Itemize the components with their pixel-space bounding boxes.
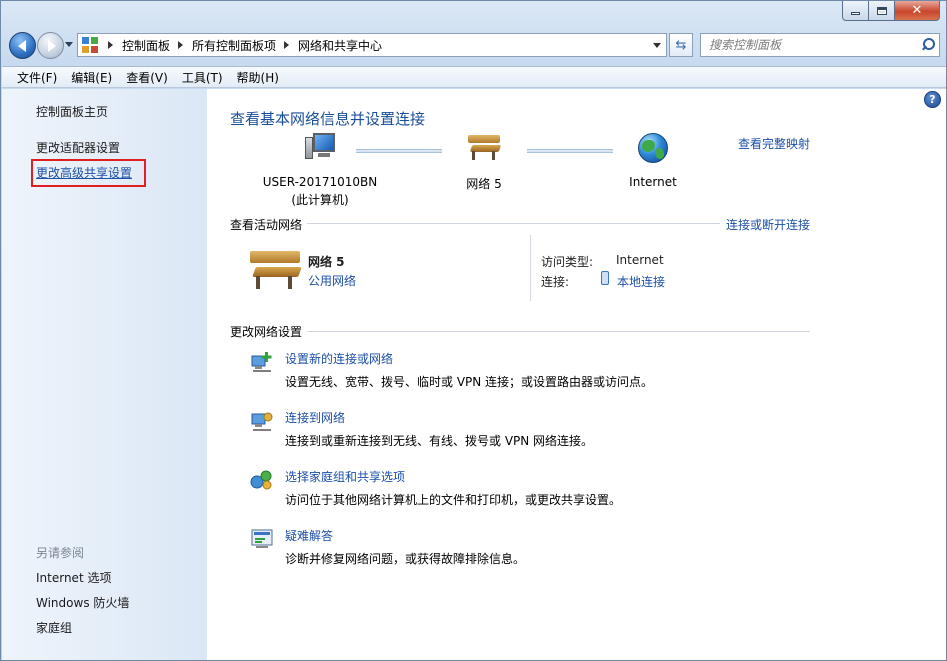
map-connection-line (356, 149, 442, 153)
sidebar-item-internet-options[interactable]: Internet 选项 (36, 569, 111, 586)
map-internet[interactable]: Internet (617, 133, 689, 189)
breadcrumb-separator-icon[interactable] (108, 41, 113, 49)
back-button[interactable] (9, 32, 36, 59)
local-connection-link[interactable]: 本地连接 (617, 273, 665, 290)
task-connect-network-link[interactable]: 连接到网络 (285, 409, 345, 426)
map-internet-label: Internet (629, 175, 677, 189)
connection-label: 连接: (541, 275, 570, 289)
computer-name: USER-20171010BN (262, 175, 378, 189)
task-homegroup-sharing-desc: 访问位于其他网络计算机上的文件和打印机，或更改共享设置。 (285, 493, 622, 507)
menu-view[interactable]: 查看(V) (119, 69, 175, 86)
task-homegroup-sharing: 选择家庭组和共享选项 访问位于其他网络计算机上的文件和打印机，或更改共享设置。 (250, 468, 810, 508)
page-title: 查看基本网络信息并设置连接 (230, 110, 426, 128)
help-icon[interactable]: ? (924, 91, 941, 108)
map-network-name: 网络 5 (466, 177, 502, 191)
homegroup-icon (250, 470, 272, 490)
view-full-map-link[interactable]: 查看完整映射 (738, 135, 810, 152)
computer-sub: (此计算机) (291, 193, 349, 207)
breadcrumb-all-items[interactable]: 所有控制面板项 (192, 37, 276, 54)
minimize-button[interactable] (842, 1, 869, 21)
access-type-value: Internet (616, 253, 664, 267)
menu-file[interactable]: 文件(F) (10, 69, 64, 86)
connect-network-icon (251, 412, 273, 431)
bench-network-icon (250, 251, 302, 291)
sidebar: 控制面板主页 更改适配器设置 更改高级共享设置 另请参阅 Internet 选项… (2, 89, 207, 660)
sidebar-item-adapter-settings[interactable]: 更改适配器设置 (36, 139, 120, 156)
main-panel: ? 查看基本网络信息并设置连接 查看完整映射 USER-20171010BN (… (207, 89, 946, 660)
address-dropdown-icon[interactable] (653, 43, 661, 48)
task-troubleshoot-link[interactable]: 疑难解答 (285, 527, 333, 544)
connect-disconnect-link[interactable]: 连接或断开连接 (726, 216, 810, 233)
refresh-button[interactable]: ⇆ (669, 33, 693, 57)
maximize-icon (876, 6, 887, 15)
task-connect-network: 连接到网络 连接到或重新连接到无线、有线、拨号或 VPN 网络连接。 (250, 409, 810, 449)
active-network-name: 网络 5 (308, 255, 345, 269)
map-network[interactable]: 网络 5 (447, 133, 521, 192)
address-bar[interactable]: 控制面板 所有控制面板项 网络和共享中心 (77, 33, 667, 57)
menu-tools[interactable]: 工具(T) (175, 69, 230, 86)
breadcrumb-separator-icon[interactable] (284, 41, 290, 49)
troubleshoot-icon (251, 529, 273, 548)
globe-icon (638, 133, 668, 163)
see-also-heading: 另请参阅 (36, 546, 85, 560)
task-connect-network-desc: 连接到或重新连接到无线、有线、拨号或 VPN 网络连接。 (285, 434, 594, 448)
forward-button[interactable] (37, 32, 64, 59)
task-homegroup-sharing-link[interactable]: 选择家庭组和共享选项 (285, 468, 405, 485)
minimize-icon (851, 12, 860, 15)
active-networks-heading: 查看活动网络 (230, 218, 303, 232)
section-divider (307, 223, 720, 224)
sidebar-item-homegroup[interactable]: 家庭组 (36, 619, 72, 636)
vertical-divider (530, 235, 531, 301)
change-settings-heading: 更改网络设置 (230, 325, 303, 339)
caption-buttons: ✕ (842, 1, 940, 21)
sidebar-item-windows-firewall[interactable]: Windows 防火墙 (36, 594, 129, 611)
search-input[interactable] (701, 38, 919, 52)
computer-icon (303, 133, 337, 163)
back-arrow-icon (17, 39, 26, 52)
task-new-connection-link[interactable]: 设置新的连接或网络 (285, 350, 393, 367)
content-area: 控制面板主页 更改适配器设置 更改高级共享设置 另请参阅 Internet 选项… (2, 89, 946, 660)
map-connection-line (527, 149, 613, 153)
network-type-link[interactable]: 公用网络 (308, 272, 356, 289)
task-new-connection: 设置新的连接或网络 设置无线、宽带、拨号、临时或 VPN 连接；或设置路由器或访… (250, 350, 810, 390)
recent-pages-dropdown-icon[interactable] (65, 42, 73, 47)
access-type-label: 访问类型: (541, 255, 594, 269)
search-icon[interactable] (919, 35, 939, 55)
forward-arrow-icon (47, 39, 56, 52)
breadcrumb-network-center[interactable]: 网络和共享中心 (298, 37, 382, 54)
map-computer[interactable]: USER-20171010BN (此计算机) (250, 133, 390, 208)
bench-network-icon (468, 133, 502, 161)
close-button[interactable]: ✕ (895, 1, 940, 21)
breadcrumb-control-panel[interactable]: 控制面板 (122, 37, 170, 54)
highlight-box (31, 159, 146, 187)
new-connection-icon (251, 352, 272, 372)
breadcrumb-separator-icon[interactable] (178, 41, 184, 49)
sidebar-item-control-panel-home[interactable]: 控制面板主页 (36, 103, 108, 120)
search-box[interactable] (700, 33, 940, 57)
maximize-button[interactable] (869, 1, 895, 21)
task-troubleshoot-desc: 诊断并修复网络问题，或获得故障排除信息。 (285, 552, 526, 566)
window: ✕ 控制面板 所有控制面板项 网络和共享中心 ⇆ 文件(F) 编辑(E) 查看(… (0, 0, 947, 661)
section-divider (307, 331, 810, 332)
ethernet-icon (601, 271, 609, 285)
control-panel-icon (82, 37, 100, 53)
menu-edit[interactable]: 编辑(E) (64, 69, 119, 86)
task-troubleshoot: 疑难解答 诊断并修复网络问题，或获得故障排除信息。 (250, 527, 810, 567)
task-new-connection-desc: 设置无线、宽带、拨号、临时或 VPN 连接；或设置路由器或访问点。 (285, 375, 654, 389)
navigation-bar: 控制面板 所有控制面板项 网络和共享中心 ⇆ (1, 29, 946, 63)
close-icon: ✕ (911, 3, 923, 18)
menu-help[interactable]: 帮助(H) (230, 69, 286, 86)
menu-bar: 文件(F) 编辑(E) 查看(V) 工具(T) 帮助(H) (2, 66, 946, 88)
refresh-icon: ⇆ (675, 37, 687, 53)
